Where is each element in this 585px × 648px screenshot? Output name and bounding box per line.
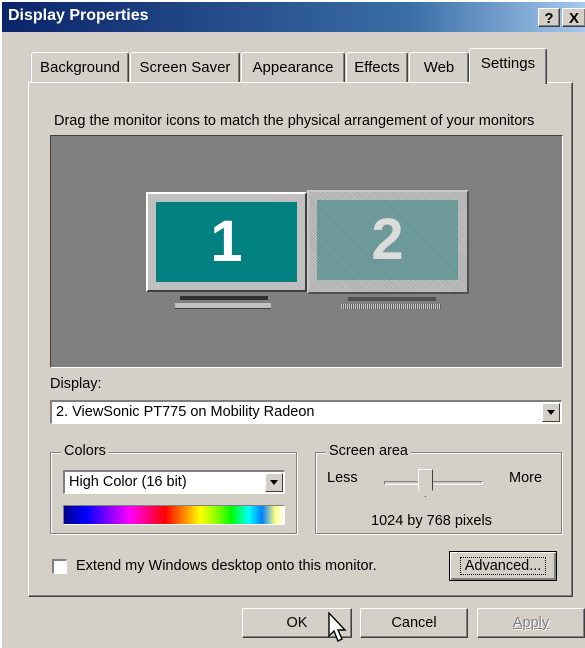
monitor-1-stand <box>180 296 268 300</box>
display-properties-window: Display Properties ? X Background Screen… <box>0 0 585 648</box>
tab-label: Background <box>39 59 121 76</box>
display-select-value: 2. ViewSonic PT775 on Mobility Radeon <box>56 404 315 420</box>
tab-background[interactable]: Background <box>31 52 129 82</box>
advanced-button-label: Advanced... <box>459 557 547 575</box>
color-spectrum-bar <box>63 505 285 525</box>
close-button[interactable]: X <box>562 8 585 27</box>
tab-effects[interactable]: Effects <box>346 52 408 82</box>
monitor-1-screen: 1 <box>156 202 297 282</box>
tab-label: Screen Saver <box>139 59 231 76</box>
screen-area-group-label: Screen area <box>326 443 411 459</box>
tab-screen-saver[interactable]: Screen Saver <box>130 52 240 82</box>
screen-area-slider-track[interactable] <box>384 481 483 485</box>
tab-label: Web <box>423 59 455 76</box>
ok-button-label: OK <box>286 615 308 631</box>
arrangement-instruction: Drag the monitor icons to match the phys… <box>54 113 535 129</box>
cancel-button-label: Cancel <box>391 615 437 631</box>
tab-appearance[interactable]: Appearance <box>241 52 345 82</box>
extend-desktop-checkbox[interactable] <box>52 559 67 574</box>
colors-select-value: High Color (16 bit) <box>69 474 187 490</box>
tab-label: Effects <box>354 59 400 76</box>
help-button[interactable]: ? <box>538 8 560 27</box>
cancel-button[interactable]: Cancel <box>360 608 468 638</box>
tab-label: Appearance <box>252 59 334 76</box>
window-title: Display Properties <box>8 7 149 24</box>
help-icon: ? <box>544 10 554 27</box>
monitor-2-screen: 2 <box>317 200 458 280</box>
mouse-pointer-icon <box>328 612 347 642</box>
monitor-2-base <box>341 304 441 309</box>
monitor-2[interactable]: 2 <box>307 190 469 294</box>
tab-settings[interactable]: Settings <box>469 48 547 84</box>
tab-web[interactable]: Web <box>409 52 469 82</box>
advanced-button[interactable]: Advanced... <box>449 551 557 581</box>
slider-less-label: Less <box>327 470 358 486</box>
close-icon: X <box>568 10 579 27</box>
colors-select[interactable]: High Color (16 bit) <box>63 470 285 494</box>
monitor-arrangement-area[interactable]: 1 2 <box>50 135 563 368</box>
display-select[interactable]: 2. ViewSonic PT775 on Mobility Radeon <box>50 400 562 424</box>
chevron-down-icon[interactable] <box>542 403 560 422</box>
apply-button-label: Apply <box>512 615 550 631</box>
monitor-1[interactable]: 1 <box>146 192 307 292</box>
colors-group-label: Colors <box>61 443 109 459</box>
monitor-2-stand <box>348 297 436 301</box>
extend-desktop-label[interactable]: Extend my Windows desktop onto this moni… <box>76 558 377 574</box>
resolution-text: 1024 by 768 pixels <box>371 513 492 529</box>
chevron-down-icon[interactable] <box>265 473 283 492</box>
display-label: Display: <box>50 376 102 392</box>
slider-more-label: More <box>509 470 543 486</box>
title-bar[interactable]: Display Properties ? X <box>2 2 585 32</box>
monitor-1-base <box>175 303 271 309</box>
apply-button[interactable]: Apply <box>477 608 585 638</box>
tab-label: Settings <box>480 55 536 72</box>
